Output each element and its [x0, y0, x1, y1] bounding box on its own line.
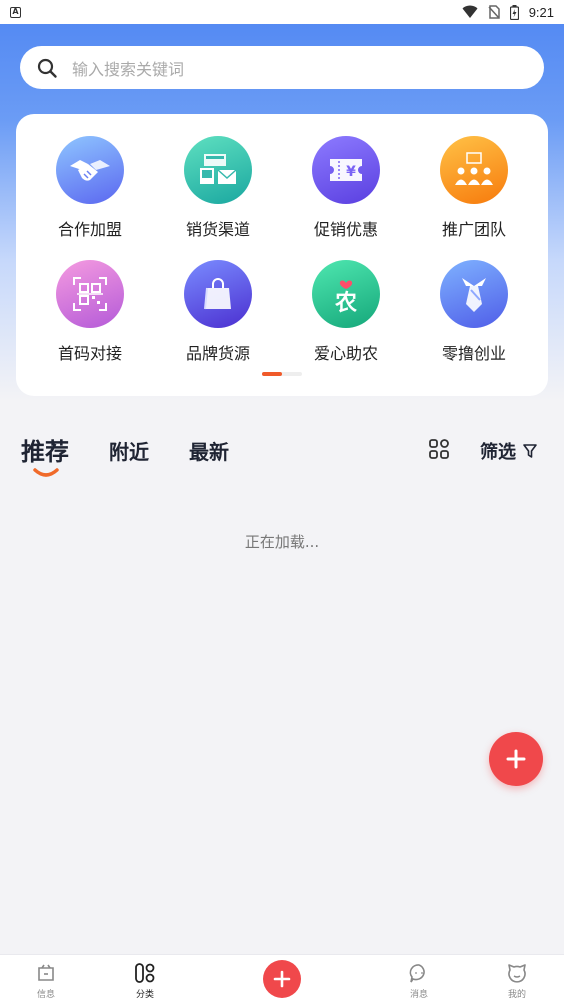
battery-icon	[509, 4, 519, 20]
nav-item-category[interactable]: 分类	[105, 955, 185, 1002]
category-label: 品牌货源	[185, 344, 250, 363]
page-indicator-active	[262, 372, 282, 376]
search-input[interactable]: 输入搜索关键词	[72, 56, 184, 80]
category-item-sales-channel[interactable]: 销货渠道	[154, 136, 282, 240]
filter-button[interactable]: 筛选	[480, 438, 538, 464]
category-item-cooperation[interactable]: 合作加盟	[26, 136, 154, 240]
category-item-zero-startup[interactable]: 零撸创业	[410, 260, 538, 364]
nav-label: 我的	[507, 990, 526, 1000]
category-label: 合作加盟	[57, 220, 122, 239]
nav-label: 消息	[409, 990, 428, 1000]
plus-icon	[273, 970, 291, 988]
category-item-brand-source[interactable]: 品牌货源	[154, 260, 282, 364]
info-board-icon	[38, 964, 54, 981]
coupon-icon: ¥	[312, 136, 380, 204]
shopping-bag-icon	[184, 260, 252, 328]
team-icon	[440, 136, 508, 204]
feed-tabs: 推荐 附近 最新 筛选	[0, 430, 564, 480]
nong-glyph: 农	[334, 290, 357, 314]
tab-latest[interactable]: 最新	[189, 436, 229, 465]
category-label: 促销优惠	[313, 220, 378, 239]
handshake-icon	[56, 136, 124, 204]
page-indicator	[262, 372, 302, 376]
yuan-glyph: ¥	[346, 164, 356, 180]
app-notification-icon: A	[10, 6, 21, 18]
tab-recommend[interactable]: 推荐	[21, 432, 69, 467]
nav-item-messages[interactable]: 消息	[379, 955, 459, 1002]
category-item-first-code[interactable]: 首码对接	[26, 260, 154, 364]
tie-icon	[440, 260, 508, 328]
search-bar[interactable]: 输入搜索关键词	[20, 46, 544, 89]
search-icon	[37, 58, 57, 78]
layout-toggle-icon[interactable]	[428, 438, 450, 460]
nav-item-mine[interactable]: 我的	[477, 955, 557, 1002]
farm-help-icon: 农	[312, 260, 380, 328]
status-bar: A 9:21	[0, 0, 564, 24]
category-label: 爱心助农	[313, 344, 378, 363]
wifi-icon	[462, 5, 478, 18]
add-post-button[interactable]	[489, 732, 543, 786]
loading-text: 正在加载...	[244, 533, 320, 551]
category-label: 零撸创业	[441, 344, 506, 363]
plus-icon	[506, 749, 526, 769]
category-item-promotion[interactable]: ¥ 促销优惠	[282, 136, 410, 240]
nav-label: 信息	[36, 990, 55, 1000]
nav-label: 分类	[135, 990, 154, 1000]
filter-icon	[523, 444, 537, 458]
filter-label: 筛选	[480, 442, 516, 463]
category-label: 推广团队	[441, 220, 506, 239]
no-sim-icon	[488, 5, 500, 19]
app-screen: A 9:21 输入搜索关键词 合作加盟 销货渠道 ¥ 促销优惠 推广团队 首码对…	[0, 0, 564, 1002]
qr-code-icon	[56, 260, 124, 328]
nav-item-info[interactable]: 信息	[6, 955, 86, 1002]
store-channel-icon	[184, 136, 252, 204]
category-label: 销货渠道	[185, 220, 250, 239]
tab-nearby[interactable]: 附近	[109, 436, 149, 465]
publish-button[interactable]	[263, 960, 301, 998]
category-card: 合作加盟 销货渠道 ¥ 促销优惠 推广团队 首码对接 品牌货源 农 爱心助农 零…	[16, 114, 548, 396]
category-item-promo-team[interactable]: 推广团队	[410, 136, 538, 240]
tab-active-indicator	[33, 468, 59, 477]
category-grid-icon	[135, 963, 155, 983]
chat-bubble-icon	[409, 964, 425, 983]
category-item-help-farmers[interactable]: 农 爱心助农	[282, 260, 410, 364]
category-label: 首码对接	[57, 344, 122, 363]
profile-face-icon	[508, 964, 526, 983]
clock: 9:21	[528, 4, 554, 20]
